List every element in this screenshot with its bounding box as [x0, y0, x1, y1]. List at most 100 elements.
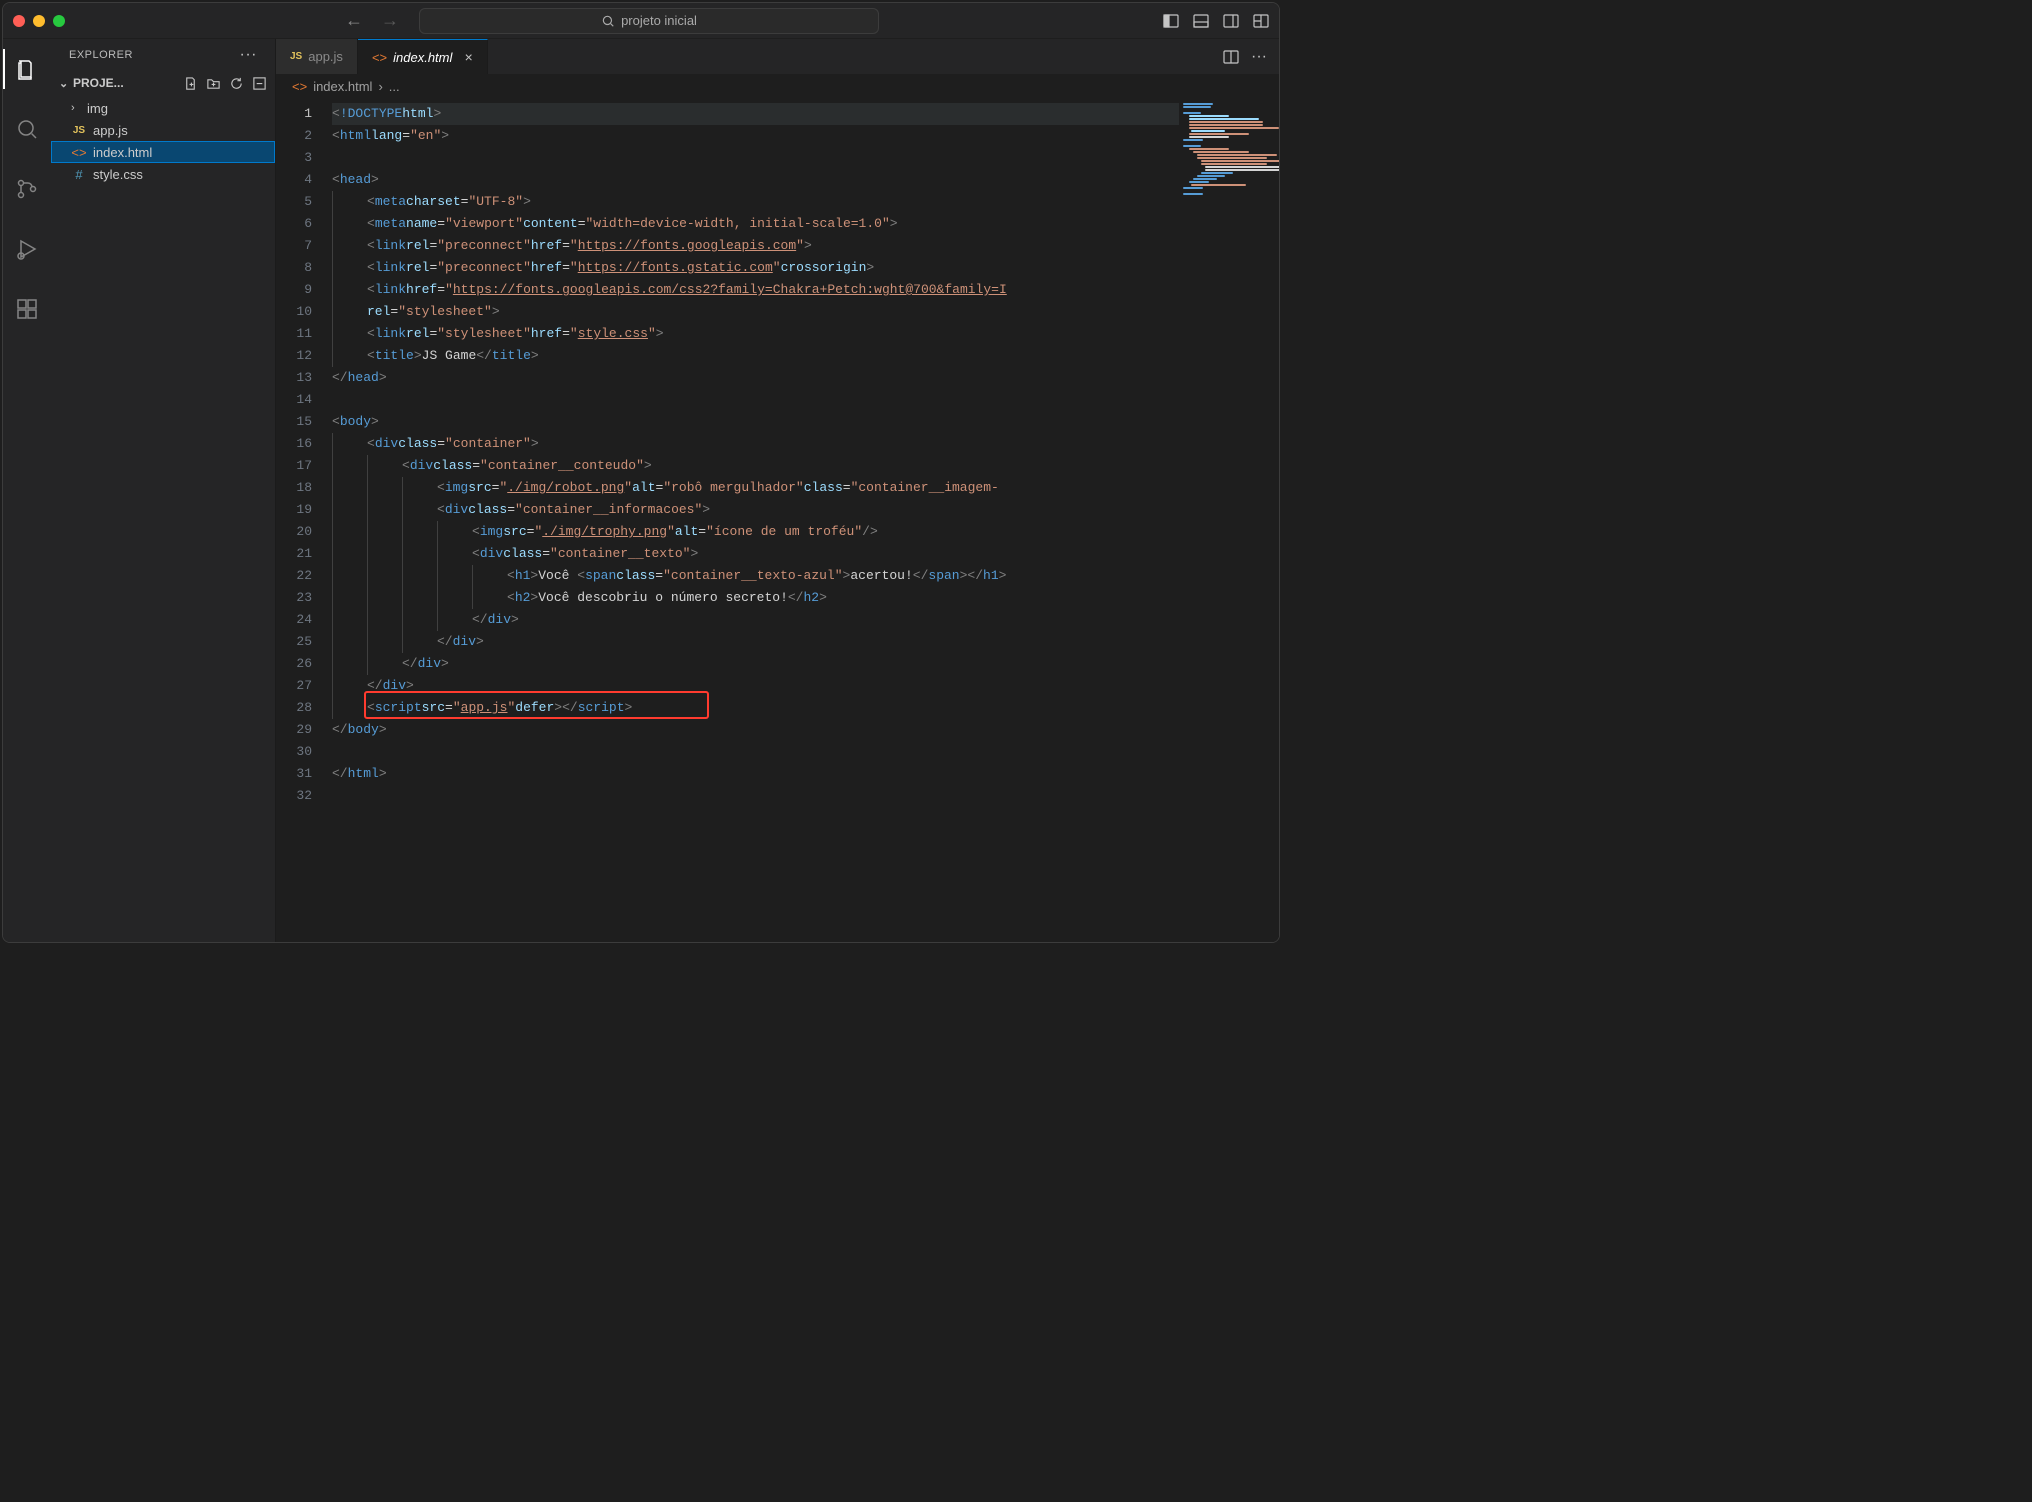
js-file-icon: JS — [290, 51, 302, 62]
breadcrumb-ellipsis: ... — [389, 79, 400, 94]
code-line[interactable]: <meta name="viewport" content="width=dev… — [332, 213, 1179, 235]
maximize-window-button[interactable] — [53, 15, 65, 27]
tabs: JS app.js <> index.html × ··· — [276, 39, 1279, 75]
code-line[interactable]: <!DOCTYPE html> — [332, 103, 1179, 125]
code-line[interactable] — [332, 147, 1179, 169]
code-line[interactable]: </body> — [332, 719, 1179, 741]
code-line[interactable]: </div> — [332, 675, 1179, 697]
tab-label: index.html — [393, 50, 452, 65]
minimap[interactable] — [1179, 99, 1279, 942]
editor-body: 1234567891011121314151617181920212223242… — [276, 99, 1279, 942]
code-line[interactable] — [332, 389, 1179, 411]
explorer-title: EXPLORER — [69, 49, 133, 61]
folder-label: img — [87, 101, 108, 116]
debug-activity-icon[interactable] — [3, 229, 51, 269]
html-file-icon: <> — [372, 50, 387, 65]
titlebar: ← → projeto inicial — [3, 3, 1279, 39]
search-activity-icon[interactable] — [3, 109, 51, 149]
code-line[interactable]: <h2>Você descobriu o número secreto!</h2… — [332, 587, 1179, 609]
layout-icon[interactable] — [1253, 13, 1269, 29]
code-line[interactable]: <div class="container__informacoes"> — [332, 499, 1179, 521]
code-line[interactable]: <meta charset="UTF-8"> — [332, 191, 1179, 213]
file-style[interactable]: # style.css — [51, 163, 275, 185]
js-file-icon: JS — [71, 125, 87, 136]
file-label: index.html — [93, 145, 152, 160]
file-label: app.js — [93, 123, 128, 138]
code-line[interactable]: <link href="https://fonts.googleapis.com… — [332, 279, 1179, 301]
tabs-actions: ··· — [1223, 39, 1279, 74]
code-line[interactable]: <link rel="preconnect" href="https://fon… — [332, 235, 1179, 257]
tab-label: app.js — [308, 49, 343, 64]
file-label: style.css — [93, 167, 143, 182]
code-line[interactable]: <img src="./img/robot.png" alt="robô mer… — [332, 477, 1179, 499]
explorer-activity-icon[interactable] — [3, 49, 51, 89]
code-line[interactable]: <title>JS Game</title> — [332, 345, 1179, 367]
panel-left-icon[interactable] — [1163, 13, 1179, 29]
code-line[interactable]: <head> — [332, 169, 1179, 191]
project-actions — [183, 76, 267, 91]
breadcrumb[interactable]: <> index.html › ... — [276, 75, 1279, 99]
code-line[interactable]: <div class="container__texto"> — [332, 543, 1179, 565]
code-line[interactable]: <link rel="preconnect" href="https://fon… — [332, 257, 1179, 279]
close-tab-icon[interactable]: × — [464, 49, 472, 65]
code-line[interactable]: <html lang="en"> — [332, 125, 1179, 147]
minimize-window-button[interactable] — [33, 15, 45, 27]
activity-bar — [3, 39, 51, 942]
code-line[interactable]: </head> — [332, 367, 1179, 389]
code-line[interactable]: <link rel="stylesheet" href="style.css"> — [332, 323, 1179, 345]
app-window: ← → projeto inicial — [2, 2, 1280, 943]
back-arrow-icon[interactable]: ← — [345, 10, 363, 31]
file-tree: › img JS app.js <> index.html # style.cs… — [51, 95, 275, 187]
folder-img[interactable]: › img — [51, 97, 275, 119]
code-line[interactable]: </div> — [332, 653, 1179, 675]
file-appjs[interactable]: JS app.js — [51, 119, 275, 141]
code-line[interactable]: rel="stylesheet"> — [332, 301, 1179, 323]
split-editor-icon[interactable] — [1223, 49, 1239, 65]
code-line[interactable]: </div> — [332, 631, 1179, 653]
project-row[interactable]: ⌄ PROJE... — [51, 71, 275, 95]
gutter: 1234567891011121314151617181920212223242… — [276, 99, 328, 942]
code-line[interactable]: <div class="container__conteudo"> — [332, 455, 1179, 477]
code-line[interactable]: <script src="app.js" defer></script> — [332, 697, 1179, 719]
new-file-icon[interactable] — [183, 76, 198, 91]
history-nav: ← → — [345, 10, 399, 31]
source-control-activity-icon[interactable] — [3, 169, 51, 209]
close-window-button[interactable] — [13, 15, 25, 27]
code-line[interactable]: </div> — [332, 609, 1179, 631]
breadcrumb-sep: › — [378, 79, 382, 94]
tab-index[interactable]: <> index.html × — [358, 39, 488, 74]
extensions-activity-icon[interactable] — [3, 289, 51, 329]
command-search[interactable]: projeto inicial — [419, 8, 879, 34]
collapse-icon[interactable] — [252, 76, 267, 91]
file-index[interactable]: <> index.html — [51, 141, 275, 163]
code-line[interactable]: </html> — [332, 763, 1179, 785]
new-folder-icon[interactable] — [206, 76, 221, 91]
titlebar-right-icons — [1163, 13, 1269, 29]
tab-appjs[interactable]: JS app.js — [276, 39, 358, 74]
sidebar: EXPLORER ··· ⌄ PROJE... — [51, 39, 276, 942]
project-name: PROJE... — [73, 76, 124, 90]
window-controls — [13, 15, 65, 27]
editor-area: JS app.js <> index.html × ··· <> index. — [276, 39, 1279, 942]
panel-bottom-icon[interactable] — [1193, 13, 1209, 29]
search-icon — [601, 14, 615, 28]
code-line[interactable]: <body> — [332, 411, 1179, 433]
forward-arrow-icon[interactable]: → — [381, 10, 399, 31]
refresh-icon[interactable] — [229, 76, 244, 91]
html-file-icon: <> — [292, 79, 307, 94]
breadcrumb-file: index.html — [313, 79, 372, 94]
code-editor[interactable]: <!DOCTYPE html><html lang="en"> <head><m… — [328, 99, 1179, 942]
more-actions-icon[interactable]: ··· — [1251, 48, 1267, 66]
chevron-right-icon: › — [71, 102, 81, 114]
search-text: projeto inicial — [621, 13, 697, 28]
more-icon[interactable]: ··· — [240, 46, 257, 64]
code-line[interactable]: <h1>Você <span class="container__texto-a… — [332, 565, 1179, 587]
code-line[interactable]: <div class="container"> — [332, 433, 1179, 455]
html-file-icon: <> — [71, 145, 87, 160]
code-line[interactable]: <img src="./img/trophy.png" alt="ícone d… — [332, 521, 1179, 543]
panel-right-icon[interactable] — [1223, 13, 1239, 29]
main-area: EXPLORER ··· ⌄ PROJE... — [3, 39, 1279, 942]
code-line[interactable] — [332, 741, 1179, 763]
sidebar-header: EXPLORER ··· — [51, 39, 275, 71]
code-line[interactable] — [332, 785, 1179, 807]
